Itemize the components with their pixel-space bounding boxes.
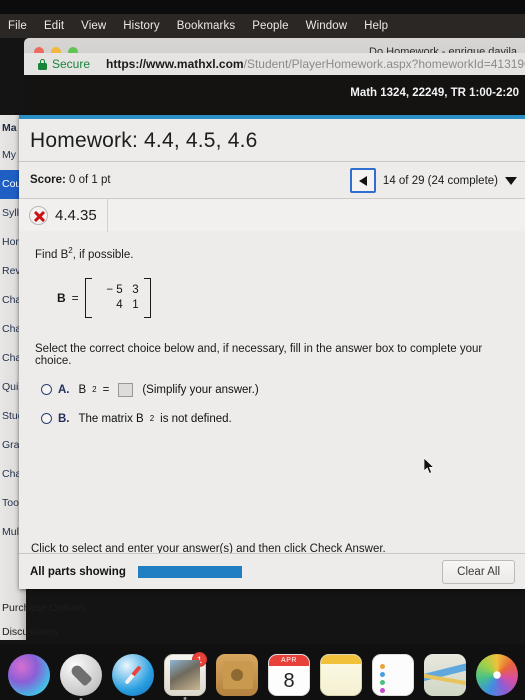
lock-icon <box>38 58 47 70</box>
dock-icon-notes[interactable] <box>320 654 362 696</box>
previous-question-button[interactable] <box>349 168 376 193</box>
choice-a-exponent: 2 <box>92 385 97 395</box>
question-navigator: 14 of 29 (24 complete) <box>349 168 517 193</box>
menu-item-help[interactable]: Help <box>364 20 388 32</box>
choice-b-exponent: 2 <box>149 414 155 424</box>
chevron-down-icon[interactable] <box>505 176 517 185</box>
matrix-grid: − 5 3 4 1 <box>92 284 144 311</box>
homework-footer: All parts showing Clear All <box>19 553 525 589</box>
secure-label: Secure <box>52 57 91 71</box>
url-host: https://www.mathxl.com <box>106 57 244 71</box>
matrix-cell-r1c1: 1 <box>132 299 139 312</box>
dock-icon-siri[interactable] <box>8 654 50 696</box>
dock-icon-safari[interactable] <box>112 654 154 700</box>
mail-badge-count: 1 <box>192 652 207 667</box>
menu-item-file[interactable]: File <box>8 20 27 32</box>
contact-person-icon <box>231 669 243 681</box>
dock-icon-launchpad[interactable] <box>60 654 102 700</box>
dock-icon-reminders[interactable] <box>372 654 414 696</box>
prompt-prefix: Find B <box>35 248 69 261</box>
calendar-month: APR <box>269 655 309 666</box>
choice-b-text-after: is not defined. <box>160 412 232 425</box>
radio-choice-b[interactable] <box>41 413 52 425</box>
choice-a[interactable]: A. B2 = (Simplify your answer.) <box>41 382 513 397</box>
sidebar-footer-links: Purchase Options Discussions <box>0 596 230 644</box>
dock-icon-mail[interactable]: 1 <box>164 652 207 700</box>
right-bracket-icon <box>143 277 151 318</box>
browser-address-bar[interactable]: Secure https://www.mathxl.com/Student/Pl… <box>24 53 525 75</box>
matrix-definition: B = − 5 3 4 1 <box>57 275 513 321</box>
calendar-day: 8 <box>283 670 295 692</box>
menu-item-people[interactable]: People <box>252 20 288 32</box>
choice-a-letter: A. <box>58 383 70 396</box>
radio-choice-a[interactable] <box>41 384 52 396</box>
score-row: Score: 0 of 1 pt 14 of 29 (24 complete) <box>19 161 525 198</box>
macos-menu-bar: File Edit View History Bookmarks People … <box>0 14 525 38</box>
score-value: 0 of 1 pt <box>69 174 111 186</box>
menu-item-bookmarks[interactable]: Bookmarks <box>177 20 235 32</box>
question-number: 4.4.35 <box>55 206 97 224</box>
course-label: Math 1324, 22249, TR 1:00-2:20 <box>350 87 519 99</box>
matrix-name: B <box>57 290 66 305</box>
menu-item-edit[interactable]: Edit <box>44 20 64 32</box>
site-header-band: Math 1324, 22249, TR 1:00-2:20 <box>24 75 525 115</box>
url-text[interactable]: https://www.mathxl.com/Student/PlayerHom… <box>106 57 525 71</box>
page-title: Homework: 4.4, 4.5, 4.6 <box>30 129 258 152</box>
question-number-box: 4.4.35 <box>19 198 108 232</box>
mouse-cursor <box>424 458 435 474</box>
url-path: /Student/PlayerHomework.aspx?homeworkId=… <box>243 57 525 71</box>
question-number-row: 4.4.35 <box>19 198 525 232</box>
matrix-cell-r0c1: 3 <box>132 284 139 297</box>
sidebar-item-purchase-options[interactable]: Purchase Options <box>0 596 230 620</box>
sidebar-item-discussions[interactable]: Discussions <box>0 620 230 644</box>
matrix-equals: = <box>71 290 79 305</box>
matrix-bracketed-values: − 5 3 4 1 <box>84 275 151 321</box>
score-label: Score: <box>30 174 66 186</box>
dock-icon-maps[interactable] <box>424 654 466 696</box>
left-bracket-icon <box>84 277 92 318</box>
choice-a-text-before: B <box>78 383 87 396</box>
dock-icon-calendar[interactable]: APR 8 <box>268 654 310 696</box>
macos-dock: 1 APR 8 <box>0 644 525 700</box>
menu-item-window[interactable]: Window <box>306 20 348 32</box>
score-text: Score: 0 of 1 pt <box>30 174 111 186</box>
choice-a-equals: = <box>102 383 110 396</box>
choice-b[interactable]: B. The matrix B 2 is not defined. <box>41 413 513 425</box>
matrix-cell-r0c0: − 5 <box>106 284 123 297</box>
answer-input-a[interactable] <box>118 382 134 397</box>
menu-item-history[interactable]: History <box>123 20 159 32</box>
dock-icon-contacts[interactable] <box>216 654 258 696</box>
all-parts-showing-label: All parts showing <box>30 565 126 578</box>
question-prompt: Find B2, if possible. <box>35 246 513 261</box>
prompt-suffix: , if possible. <box>72 248 134 261</box>
question-body: Find B2, if possible. B = − 5 3 4 1 Sele… <box>19 231 525 425</box>
menu-item-view[interactable]: View <box>81 20 106 32</box>
question-progress-label: 14 of 29 (24 complete) <box>382 174 498 187</box>
incorrect-x-icon <box>29 205 48 225</box>
screen: File Edit View History Bookmarks People … <box>0 0 525 700</box>
screen-top-bezel <box>0 0 525 14</box>
parts-progress-bar <box>137 565 242 578</box>
choice-b-letter: B. <box>58 412 70 425</box>
choice-b-text-before: The matrix B <box>78 412 144 425</box>
left-triangle-icon <box>358 175 367 186</box>
choice-a-text-after: (Simplify your answer.) <box>142 383 259 396</box>
dock-items: 1 APR 8 <box>8 652 525 700</box>
select-instruction: Select the correct choice below and, if … <box>35 342 483 367</box>
homework-panel: Homework: 4.4, 4.5, 4.6 Score: 0 of 1 pt… <box>19 115 525 589</box>
clear-all-button[interactable]: Clear All <box>442 559 515 584</box>
dock-icon-photos[interactable] <box>476 654 518 696</box>
matrix-cell-r1c0: 4 <box>116 299 123 312</box>
